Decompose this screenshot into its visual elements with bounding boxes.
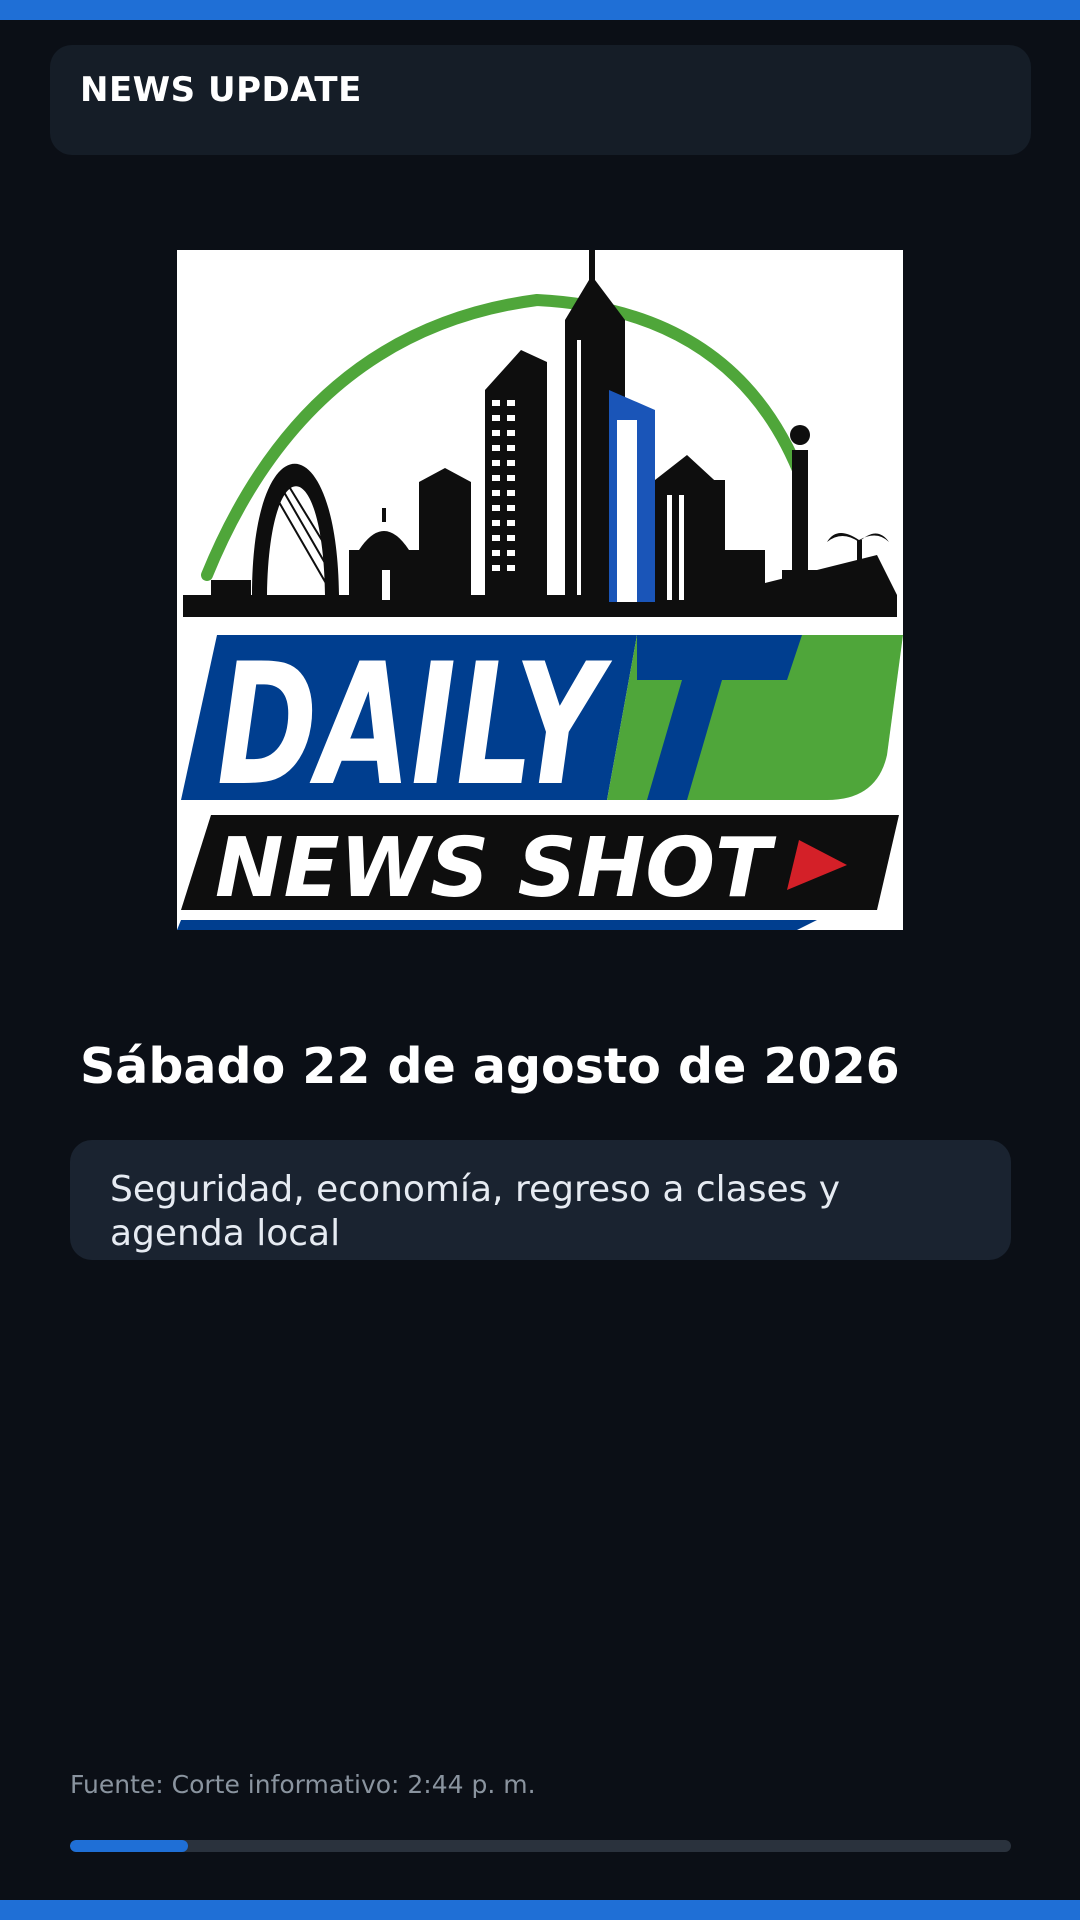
source-line: Fuente: Corte informativo: 2:44 p. m. <box>70 1770 536 1799</box>
summary-card: Seguridad, economía, regreso a clases y … <box>70 1140 1011 1260</box>
progress-fill <box>70 1840 188 1852</box>
header-card: NEWS UPDATE <box>50 45 1031 155</box>
daily-tj-logo: DAILY NEWS SHOT <box>177 250 903 930</box>
logo-daily-text: DAILY <box>217 627 612 823</box>
logo-tagline-text: NEWS SHOT <box>215 821 777 916</box>
page-title: NEWS UPDATE <box>80 70 362 110</box>
date-heading: Sábado 22 de agosto de 2026 <box>80 1038 900 1095</box>
progress-bar <box>70 1840 1011 1852</box>
top-accent-bar <box>0 0 1080 20</box>
bottom-accent-bar <box>0 1900 1080 1920</box>
summary-text: Seguridad, economía, regreso a clases y … <box>110 1169 841 1254</box>
